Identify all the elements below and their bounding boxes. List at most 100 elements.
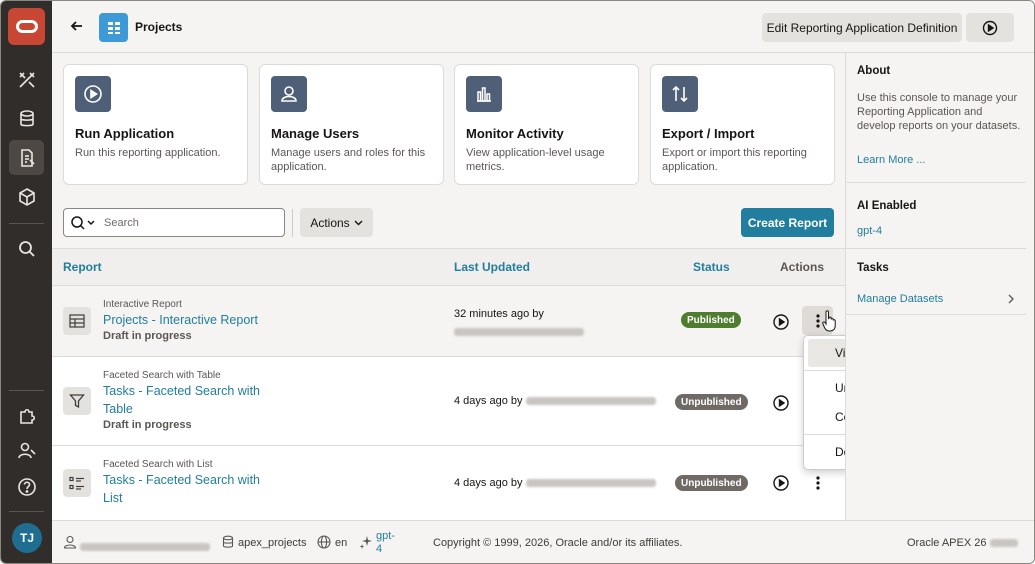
monitor-activity-card[interactable]: Monitor Activity View application-level … <box>454 64 639 185</box>
edit-reporting-app-button[interactable]: Edit Reporting Application Definition <box>762 13 962 42</box>
language-code[interactable]: en <box>335 537 347 549</box>
help-icon[interactable] <box>9 469 44 504</box>
chevron-right-icon <box>1008 294 1014 304</box>
ai-sparkle-icon <box>359 536 372 549</box>
report-type: Faceted Search with List <box>103 459 213 470</box>
card-title: Manage Users <box>271 126 360 141</box>
column-header-actions: Actions <box>780 260 825 274</box>
last-updated-text: 32 minutes ago by <box>454 308 544 320</box>
column-header-last-updated[interactable]: Last Updated <box>454 260 530 274</box>
card-description: Manage users and roles for this applicat… <box>271 147 426 173</box>
run-app-button[interactable] <box>966 13 1014 42</box>
row-actions-button[interactable] <box>802 306 836 335</box>
manage-datasets-link[interactable]: Manage Datasets <box>857 293 943 305</box>
play-circle-icon <box>982 20 998 35</box>
info-side-panel: About Use this console to manage your Re… <box>845 53 1034 520</box>
page-title: Projects <box>135 20 183 34</box>
redacted-username <box>80 539 210 553</box>
export-import-card[interactable]: Export / Import Export or import this re… <box>650 64 835 185</box>
up-down-arrows-icon <box>662 76 698 112</box>
back-arrow-icon[interactable] <box>66 15 88 37</box>
tasks-section: Tasks Manage Datasets <box>846 249 1026 315</box>
tasks-heading: Tasks <box>857 262 889 274</box>
report-name-link[interactable]: Tasks - Faceted Search with List <box>103 471 273 507</box>
play-circle-icon[interactable] <box>772 313 790 331</box>
search-box <box>63 208 285 237</box>
page-footer: apex_projects en gpt- 4 Copyright © 1999… <box>52 520 1034 563</box>
list-icon <box>63 469 91 497</box>
database-icon[interactable] <box>9 101 44 136</box>
learn-more-link[interactable]: Learn More ... <box>857 154 925 166</box>
last-updated: 4 days ago by <box>454 395 656 407</box>
card-description: Run this reporting application. <box>75 147 221 159</box>
card-title: Export / Import <box>662 126 755 141</box>
page-header: Projects Edit Reporting Application Defi… <box>52 1 1034 53</box>
more-vertical-icon <box>815 475 820 490</box>
ai-enabled-section: AI Enabled gpt-4 <box>846 183 1026 249</box>
card-description: Export or import this reporting applicat… <box>662 147 807 173</box>
user-icon <box>63 535 77 549</box>
redacted-version <box>989 539 1018 548</box>
oracle-logo[interactable] <box>8 8 45 45</box>
row-actions-button[interactable] <box>802 468 833 497</box>
puzzle-icon[interactable] <box>9 398 44 433</box>
report-type: Interactive Report <box>103 299 182 310</box>
actions-label: Actions <box>310 215 350 230</box>
manage-users-card[interactable]: Manage Users Manage users and roles for … <box>259 64 444 185</box>
database-icon <box>222 535 234 548</box>
column-header-status[interactable]: Status <box>693 260 730 274</box>
play-circle-icon[interactable] <box>772 474 790 492</box>
admin-user-icon[interactable] <box>9 433 44 468</box>
last-updated: 32 minutes ago by <box>454 308 544 320</box>
redacted-user-email <box>525 479 656 488</box>
cursor-hand-icon <box>822 310 836 332</box>
toolbar-divider <box>292 209 293 237</box>
redacted-user-email <box>525 397 656 406</box>
about-text: Use this console to manage your Reportin… <box>857 92 1021 132</box>
table-row[interactable]: Faceted Search with List Tasks - Faceted… <box>52 446 845 521</box>
reports-icon[interactable] <box>9 140 44 175</box>
ai-model-footer-line: 4 <box>376 543 383 555</box>
play-circle-icon[interactable] <box>772 394 790 412</box>
create-report-button[interactable]: Create Report <box>741 208 834 237</box>
last-updated-text: 4 days ago by <box>454 395 523 407</box>
card-title: Run Application <box>75 126 175 141</box>
table-row[interactable]: Interactive Report Projects - Interactiv… <box>52 286 845 357</box>
rail-divider <box>9 390 44 391</box>
search-icon[interactable] <box>9 231 44 266</box>
status-badge: Published <box>681 312 741 328</box>
ai-enabled-heading: AI Enabled <box>857 200 917 212</box>
draft-status: Draft in progress <box>103 330 192 342</box>
table-row[interactable]: Faceted Search with Table Tasks - Facete… <box>52 357 845 446</box>
run-application-card[interactable]: Run Application Run this reporting appli… <box>63 64 248 185</box>
table-grid-icon <box>63 307 91 335</box>
actions-menu-button[interactable]: Actions <box>300 208 373 237</box>
ai-model-footer[interactable]: gpt- 4 <box>376 530 395 556</box>
search-icon[interactable] <box>70 215 96 231</box>
report-name-link[interactable]: Tasks - Faceted Search with Table <box>103 382 273 418</box>
search-input[interactable] <box>104 214 279 232</box>
workspace-name: apex_projects <box>238 537 307 549</box>
bar-chart-icon <box>466 76 502 112</box>
user-avatar[interactable]: TJ <box>12 523 42 553</box>
more-vertical-icon <box>815 313 820 328</box>
column-header-report[interactable]: Report <box>63 260 102 274</box>
apex-version: Oracle APEX 26 <box>907 537 1018 549</box>
chevron-down-icon <box>354 220 363 225</box>
status-badge: Unpublished <box>675 475 748 491</box>
package-icon[interactable] <box>9 179 44 214</box>
draft-status: Draft in progress <box>103 419 192 431</box>
app-builder-icon[interactable] <box>9 62 44 97</box>
ai-model-link[interactable]: gpt-4 <box>857 225 882 237</box>
ai-model-footer-line: gpt- <box>376 530 395 542</box>
status-badge: Unpublished <box>675 394 748 410</box>
copyright-text: Copyright © 1999, 2026, Oracle and/or it… <box>433 537 683 549</box>
rail-divider <box>9 511 44 512</box>
filter-icon <box>63 387 91 415</box>
projects-app-icon <box>99 13 128 42</box>
report-name-link[interactable]: Projects - Interactive Report <box>103 311 273 329</box>
table-header: Report Last Updated Status Actions <box>52 249 845 286</box>
card-title: Monitor Activity <box>466 126 564 141</box>
about-section: About Use this console to manage your Re… <box>846 53 1026 183</box>
apex-version-text: Oracle APEX 26 <box>907 537 987 549</box>
